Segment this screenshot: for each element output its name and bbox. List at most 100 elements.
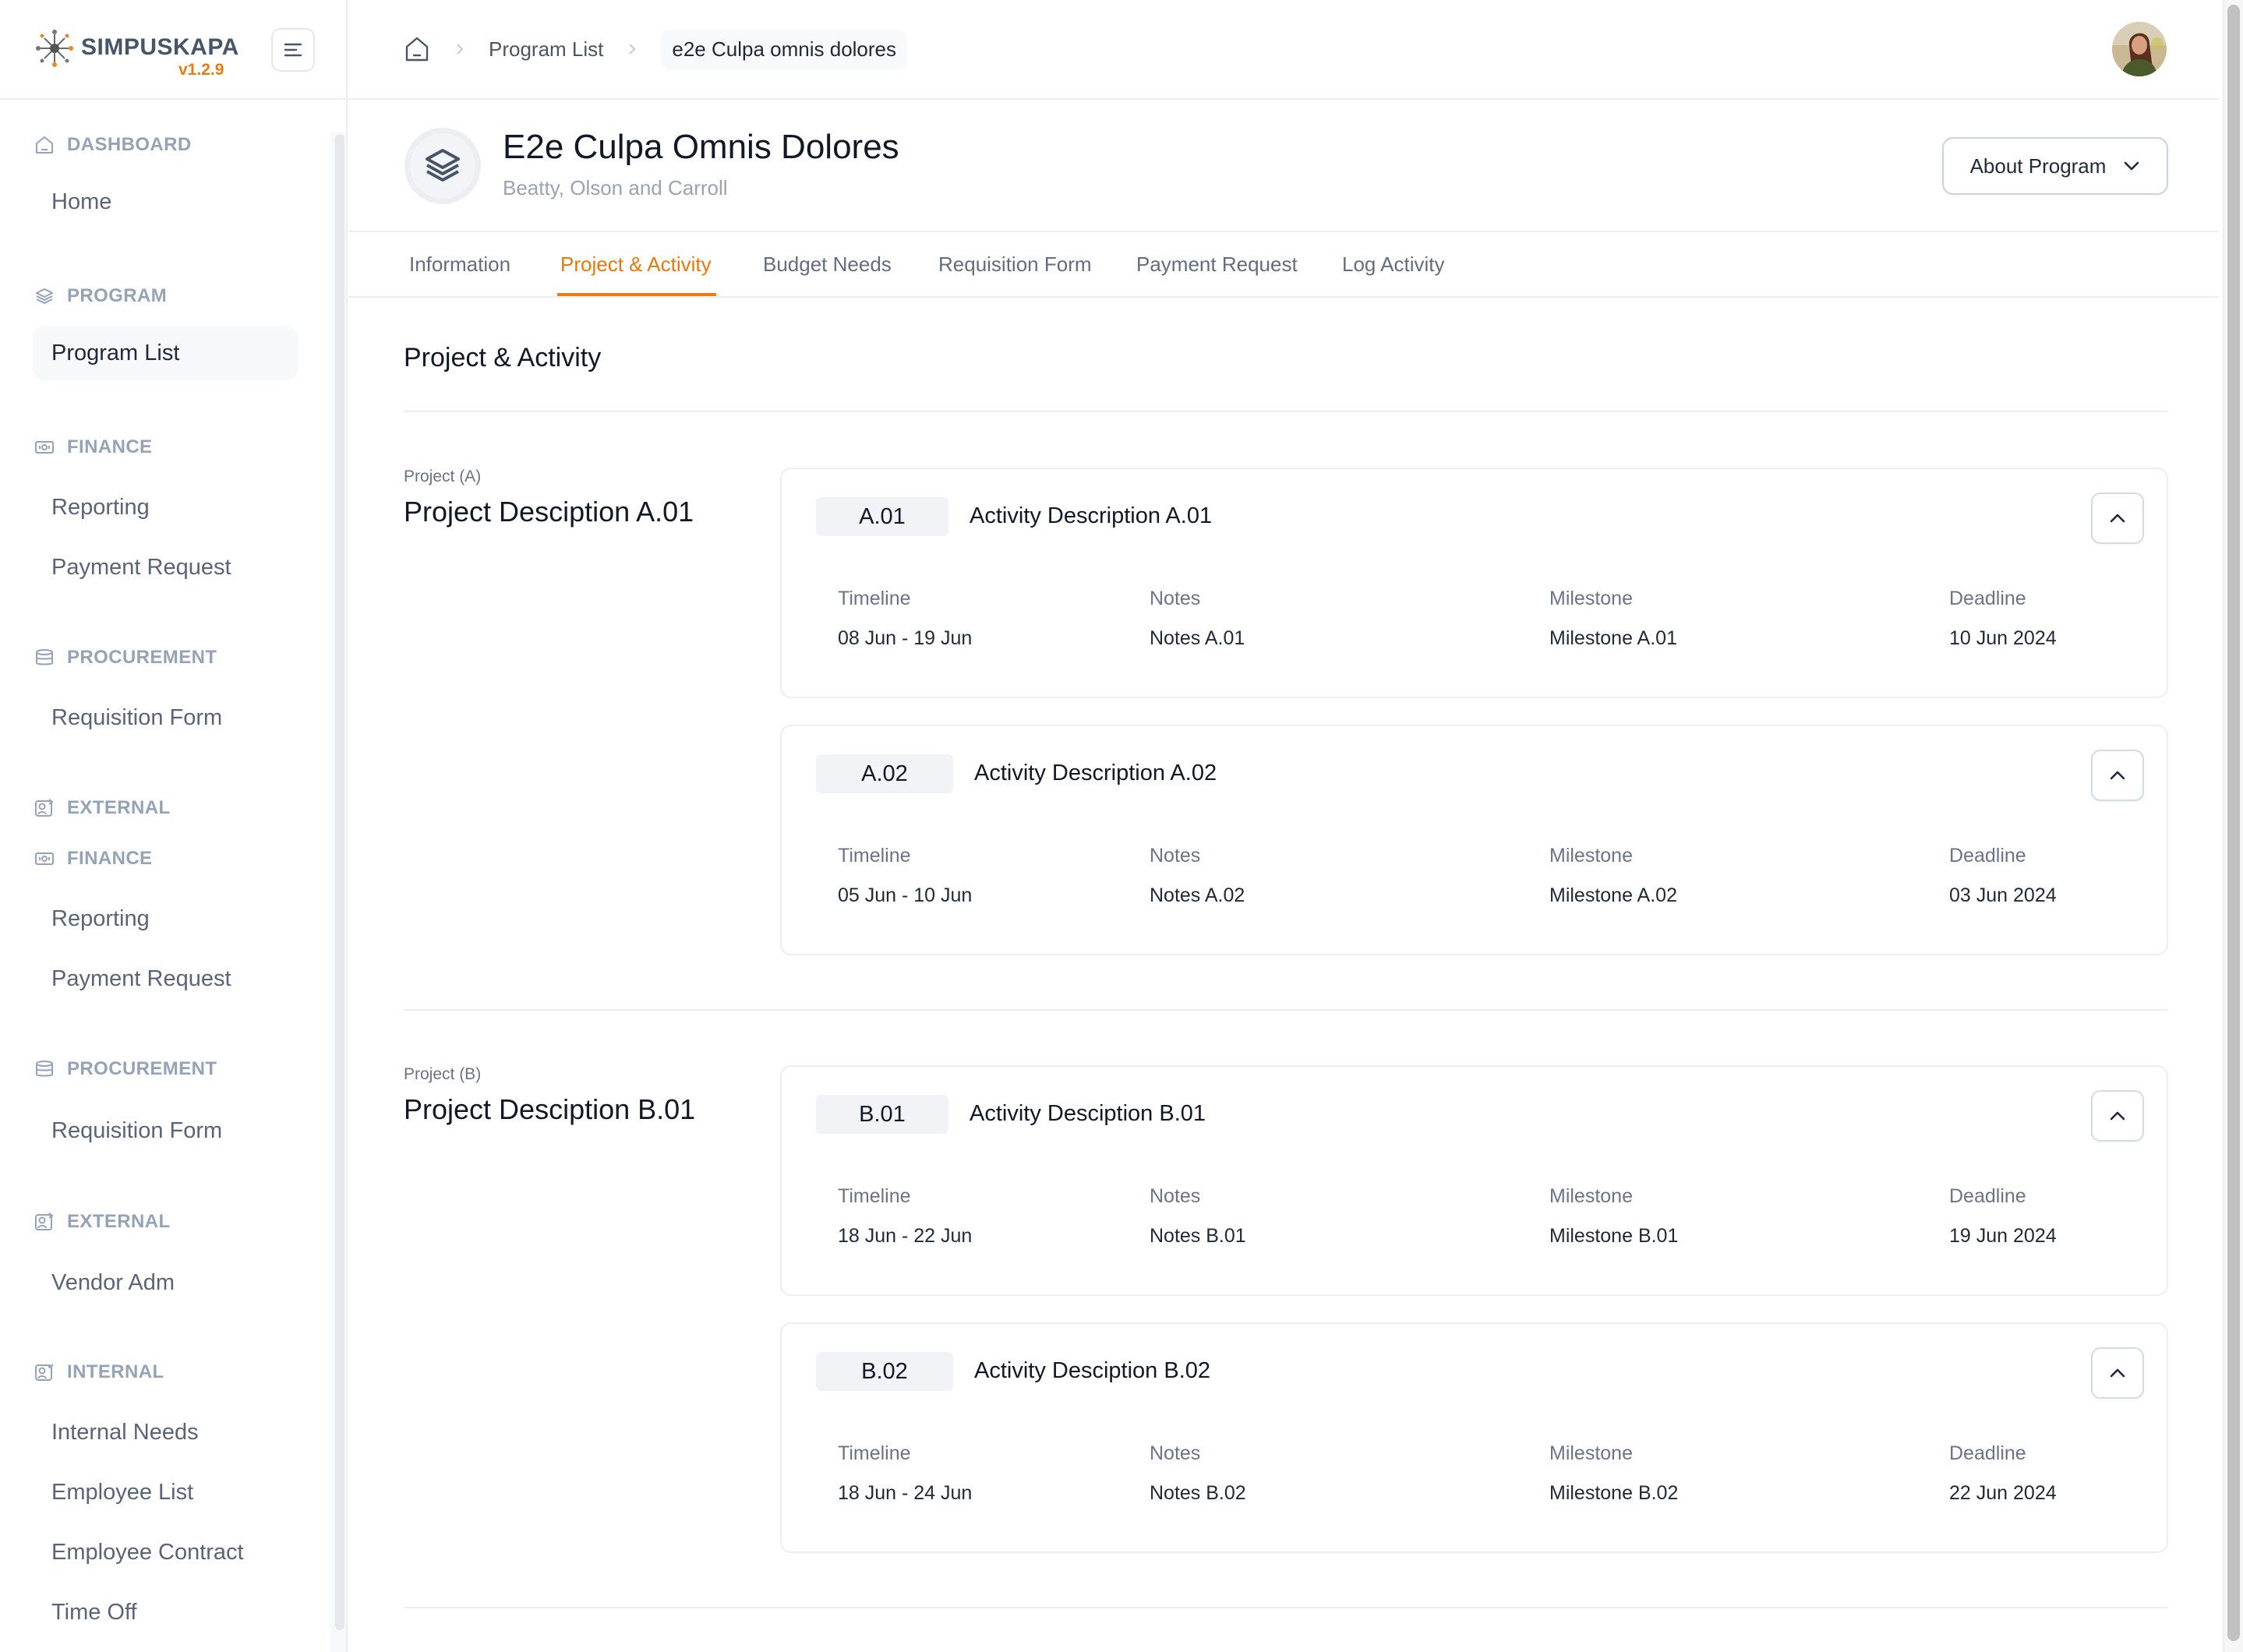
sidebar-item-reporting[interactable]: Reporting [33,480,298,535]
program-tabs: Information Project & Activity Budget Ne… [348,234,2219,298]
sidebar-item-payment-request[interactable]: Payment Request [33,540,298,595]
program-title: E2e Culpa Omnis Dolores [503,128,899,166]
database-icon [36,1061,53,1077]
activity-card: B.01 Activity Desciption B.01 Timeline 18… [780,1065,2168,1296]
activity-description: Activity Description A.02 [974,761,1217,785]
collapse-button[interactable] [2091,492,2144,544]
topbar: Program List e2e Culpa omnis dolores [348,0,2219,100]
project-label: Project (B) [404,1065,482,1083]
sidebar-scrollbar[interactable] [335,134,344,1630]
chevron-right-icon [629,44,636,55]
milestone-field: Milestone Milestone A.02 [1549,845,1677,906]
tab-log-activity[interactable]: Log Activity [1342,252,1445,296]
notes-field: Notes Notes B.01 [1150,1185,1246,1247]
sidebar-nav: DASHBOARD Home PROGRAM Program List FINA… [0,101,346,1652]
tab-requisition-form[interactable]: Requisition Form [938,252,1092,296]
activity-description: Activity Description A.01 [970,503,1213,528]
project-description: Project Desciption A.01 [404,496,694,528]
breadcrumb-home[interactable] [404,36,431,62]
brand-name: SIMPUSKAPA [81,34,239,60]
divider [404,1009,2168,1011]
user-avatar[interactable] [2112,22,2167,76]
sidebar-toggle-button[interactable] [271,28,315,72]
home-icon [405,37,429,62]
nav-group-external: EXTERNAL [34,797,171,819]
activity-card: A.01 Activity Description A.01 Timeline 0… [780,468,2168,698]
timeline-field: Timeline 18 Jun - 22 Jun [838,1185,973,1247]
nav-group-procurement: PROCUREMENT [34,647,217,669]
divider [404,1607,2168,1608]
divider [404,411,2168,412]
activity-description: Activity Desciption B.02 [974,1358,1211,1383]
activity-code: A.01 [816,497,948,536]
sidebar-item-payment-request-external[interactable]: Payment Request [33,951,298,1006]
sidebar-header: SIMPUSKAPA v1.2.9 [0,0,346,100]
chevron-right-icon [457,44,464,55]
nav-group-external-vendor: EXTERNAL [34,1211,171,1233]
user-check-icon [35,1364,54,1381]
sidebar-item-time-off[interactable]: Time Off [33,1585,298,1640]
milestone-field: Milestone Milestone B.01 [1549,1185,1679,1247]
sidebar-item-vendor-adm[interactable]: Vendor Adm [33,1255,298,1310]
layers-icon [426,149,460,182]
window-scrollbar[interactable] [2227,5,2240,1641]
milestone-value: Milestone B.02 [1549,1482,1679,1504]
sidebar-item-program-list[interactable]: Program List [33,326,298,380]
activity-code: B.01 [816,1095,948,1134]
tab-project-activity[interactable]: Project & Activity [557,252,716,296]
tab-budget-needs[interactable]: Budget Needs [763,252,892,296]
about-program-button[interactable]: About Program [1942,137,2168,195]
notes-value: Notes B.02 [1150,1482,1246,1504]
nav-group-program: PROGRAM [34,285,167,307]
notes-value: Notes B.01 [1150,1225,1246,1247]
deadline-value: 19 Jun 2024 [1949,1225,2057,1247]
chevron-up-icon [2110,514,2125,523]
nav-group-procurement-external: PROCUREMENT [34,1058,217,1080]
breadcrumb: Program List e2e Culpa omnis dolores [404,29,908,69]
sidebar-item-reporting-external[interactable]: Reporting [33,891,298,946]
database-icon [36,649,53,665]
sidebar-item-employee-contract[interactable]: Employee Contract [33,1525,298,1580]
sidebar: SIMPUSKAPA v1.2.9 DASHBOARD Home PROGRAM… [0,0,348,1652]
notes-field: Notes Notes A.02 [1150,845,1245,906]
program-avatar [404,128,481,204]
sidebar-item-home[interactable]: Home [33,175,298,229]
nav-group-finance: FINANCE [34,436,152,458]
tab-information[interactable]: Information [409,252,510,296]
chevron-up-icon [2110,1111,2125,1121]
breadcrumb-current: e2e Culpa omnis dolores [661,29,908,69]
collapse-button[interactable] [2091,1347,2144,1399]
timeline-field: Timeline 08 Jun - 19 Jun [838,588,973,649]
timeline-field: Timeline 18 Jun - 24 Jun [838,1442,973,1504]
sidebar-item-internal-needs[interactable]: Internal Needs [33,1405,298,1460]
notes-field: Notes Notes B.02 [1150,1442,1246,1504]
tab-payment-request[interactable]: Payment Request [1136,252,1298,296]
notes-field: Notes Notes A.01 [1150,588,1245,649]
chevron-up-icon [2110,771,2125,780]
timeline-value: 18 Jun - 22 Jun [838,1225,973,1247]
program-subtitle: Beatty, Olson and Carroll [503,176,728,199]
banknote-icon [35,441,54,454]
user-share-icon [35,1213,54,1230]
timeline-field: Timeline 05 Jun - 10 Jun [838,845,973,906]
breadcrumb-program-list[interactable]: Program List [489,37,603,62]
milestone-value: Milestone B.01 [1549,1225,1679,1247]
deadline-value: 10 Jun 2024 [1949,627,2057,649]
deadline-field: Deadline 19 Jun 2024 [1949,1185,2057,1247]
activity-code: A.02 [816,754,953,793]
logo-icon [36,30,73,67]
notes-value: Notes A.02 [1150,884,1245,906]
activity-code: B.02 [816,1352,953,1391]
nav-group-dashboard: DASHBOARD [34,134,192,156]
section-title: Project & Activity [404,343,602,372]
deadline-field: Deadline 22 Jun 2024 [1949,1442,2057,1504]
sidebar-item-employee-list[interactable]: Employee List [33,1465,298,1520]
sidebar-item-requisition-form[interactable]: Requisition Form [33,690,298,745]
banknote-icon [35,852,54,865]
sidebar-item-requisition-form-external[interactable]: Requisition Form [33,1103,298,1158]
collapse-button[interactable] [2091,1090,2144,1142]
deadline-value: 03 Jun 2024 [1949,884,2057,906]
collapse-button[interactable] [2091,750,2144,801]
timeline-value: 08 Jun - 19 Jun [838,627,973,649]
brand-version: v1.2.9 [178,61,224,79]
